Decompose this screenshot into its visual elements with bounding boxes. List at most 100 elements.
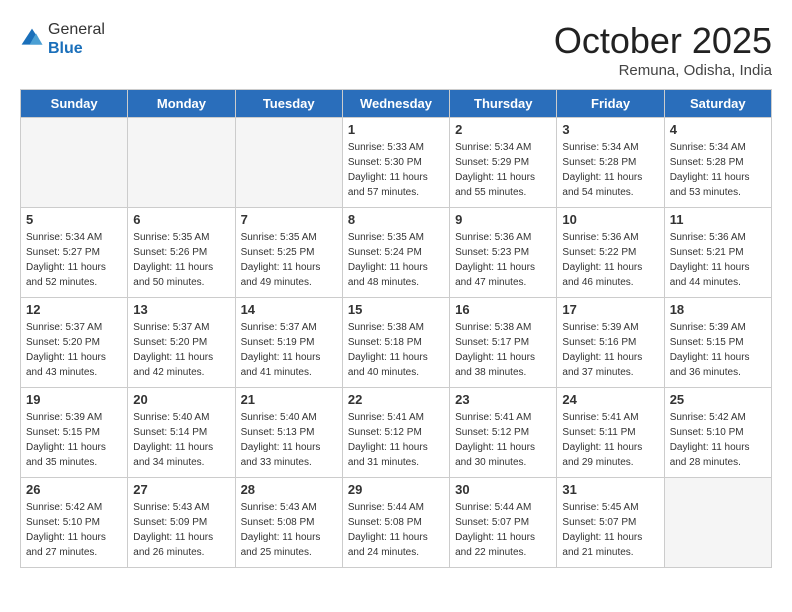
day-number: 1 xyxy=(348,122,444,137)
day-number: 25 xyxy=(670,392,766,407)
calendar-cell: 26 Sunrise: 5:42 AMSunset: 5:10 PMDayligh… xyxy=(21,478,128,568)
day-info: Sunrise: 5:40 AMSunset: 5:14 PMDaylight:… xyxy=(133,410,229,470)
day-info: Sunrise: 5:35 AMSunset: 5:25 PMDaylight:… xyxy=(241,230,337,290)
weekday-header: Tuesday xyxy=(235,90,342,118)
weekday-header: Friday xyxy=(557,90,664,118)
day-number: 13 xyxy=(133,302,229,317)
calendar-cell: 31 Sunrise: 5:45 AMSunset: 5:07 PMDayligh… xyxy=(557,478,664,568)
day-number: 10 xyxy=(562,212,658,227)
weekday-header-row: SundayMondayTuesdayWednesdayThursdayFrid… xyxy=(21,90,772,118)
day-info: Sunrise: 5:36 AMSunset: 5:21 PMDaylight:… xyxy=(670,230,766,290)
day-info: Sunrise: 5:35 AMSunset: 5:26 PMDaylight:… xyxy=(133,230,229,290)
day-number: 16 xyxy=(455,302,551,317)
logo-text: General Blue xyxy=(48,20,105,58)
day-info: Sunrise: 5:38 AMSunset: 5:17 PMDaylight:… xyxy=(455,320,551,380)
calendar-cell: 10Sunrise: 5:36 AMSunset: 5:22 PMDayligh… xyxy=(557,208,664,298)
calendar-cell: 27 Sunrise: 5:43 AMSunset: 5:09 PMDayligh… xyxy=(128,478,235,568)
calendar-cell: 3 Sunrise: 5:34 AMSunset: 5:28 PMDaylight… xyxy=(557,118,664,208)
day-info: Sunrise: 5:44 AMSunset: 5:08 PMDaylight:… xyxy=(348,500,444,560)
calendar-cell: 5 Sunrise: 5:34 AMSunset: 5:27 PMDaylight… xyxy=(21,208,128,298)
day-number: 8 xyxy=(348,212,444,227)
day-number: 20 xyxy=(133,392,229,407)
day-info: Sunrise: 5:43 AMSunset: 5:08 PMDaylight:… xyxy=(241,500,337,560)
day-number: 14 xyxy=(241,302,337,317)
day-info: Sunrise: 5:42 AMSunset: 5:10 PMDaylight:… xyxy=(670,410,766,470)
day-number: 15 xyxy=(348,302,444,317)
day-number: 29 xyxy=(348,482,444,497)
day-info: Sunrise: 5:41 AMSunset: 5:12 PMDaylight:… xyxy=(348,410,444,470)
day-info: Sunrise: 5:34 AMSunset: 5:28 PMDaylight:… xyxy=(562,140,658,200)
calendar-cell: 25 Sunrise: 5:42 AMSunset: 5:10 PMDayligh… xyxy=(664,388,771,478)
day-number: 22 xyxy=(348,392,444,407)
weekday-header: Thursday xyxy=(450,90,557,118)
day-info: Sunrise: 5:42 AMSunset: 5:10 PMDaylight:… xyxy=(26,500,122,560)
day-number: 23 xyxy=(455,392,551,407)
weekday-header: Saturday xyxy=(664,90,771,118)
calendar-cell: 2Sunrise: 5:34 AMSunset: 5:29 PMDaylight… xyxy=(450,118,557,208)
day-number: 18 xyxy=(670,302,766,317)
calendar-cell: 4 Sunrise: 5:34 AMSunset: 5:28 PMDaylight… xyxy=(664,118,771,208)
day-info: Sunrise: 5:34 AMSunset: 5:27 PMDaylight:… xyxy=(26,230,122,290)
day-number: 31 xyxy=(562,482,658,497)
day-number: 11 xyxy=(670,212,766,227)
logo-blue: Blue xyxy=(48,39,105,58)
day-number: 9 xyxy=(455,212,551,227)
day-info: Sunrise: 5:36 AMSunset: 5:23 PMDaylight:… xyxy=(455,230,551,290)
calendar-cell: 14 Sunrise: 5:37 AMSunset: 5:19 PMDayligh… xyxy=(235,298,342,388)
calendar-cell: 29 Sunrise: 5:44 AMSunset: 5:08 PMDayligh… xyxy=(342,478,449,568)
day-info: Sunrise: 5:37 AMSunset: 5:20 PMDaylight:… xyxy=(133,320,229,380)
calendar-cell xyxy=(235,118,342,208)
calendar-cell: 24Sunrise: 5:41 AMSunset: 5:11 PMDayligh… xyxy=(557,388,664,478)
day-info: Sunrise: 5:37 AMSunset: 5:19 PMDaylight:… xyxy=(241,320,337,380)
day-info: Sunrise: 5:35 AMSunset: 5:24 PMDaylight:… xyxy=(348,230,444,290)
calendar-cell: 8 Sunrise: 5:35 AMSunset: 5:24 PMDaylight… xyxy=(342,208,449,298)
logo: General Blue xyxy=(20,20,105,58)
calendar-cell: 1 Sunrise: 5:33 AMSunset: 5:30 PMDaylight… xyxy=(342,118,449,208)
calendar-table: SundayMondayTuesdayWednesdayThursdayFrid… xyxy=(20,89,772,568)
day-number: 5 xyxy=(26,212,122,227)
day-number: 3 xyxy=(562,122,658,137)
day-number: 12 xyxy=(26,302,122,317)
calendar-week-row: 26 Sunrise: 5:42 AMSunset: 5:10 PMDayligh… xyxy=(21,478,772,568)
day-number: 30 xyxy=(455,482,551,497)
logo-general: General xyxy=(48,20,105,39)
calendar-cell: 16 Sunrise: 5:38 AMSunset: 5:17 PMDayligh… xyxy=(450,298,557,388)
day-info: Sunrise: 5:39 AMSunset: 5:16 PMDaylight:… xyxy=(562,320,658,380)
day-number: 21 xyxy=(241,392,337,407)
calendar-cell: 11 Sunrise: 5:36 AMSunset: 5:21 PMDayligh… xyxy=(664,208,771,298)
month-title: October 2025 xyxy=(554,20,772,62)
day-number: 17 xyxy=(562,302,658,317)
day-number: 26 xyxy=(26,482,122,497)
day-number: 6 xyxy=(133,212,229,227)
day-info: Sunrise: 5:39 AMSunset: 5:15 PMDaylight:… xyxy=(670,320,766,380)
location-subtitle: Remuna, Odisha, India xyxy=(554,62,772,79)
calendar-week-row: 1 Sunrise: 5:33 AMSunset: 5:30 PMDaylight… xyxy=(21,118,772,208)
weekday-header: Sunday xyxy=(21,90,128,118)
calendar-cell: 23 Sunrise: 5:41 AMSunset: 5:12 PMDayligh… xyxy=(450,388,557,478)
calendar-cell xyxy=(21,118,128,208)
day-info: Sunrise: 5:34 AMSunset: 5:28 PMDaylight:… xyxy=(670,140,766,200)
calendar-cell: 9 Sunrise: 5:36 AMSunset: 5:23 PMDaylight… xyxy=(450,208,557,298)
day-number: 19 xyxy=(26,392,122,407)
calendar-cell: 12 Sunrise: 5:37 AMSunset: 5:20 PMDayligh… xyxy=(21,298,128,388)
calendar-cell: 28Sunrise: 5:43 AMSunset: 5:08 PMDayligh… xyxy=(235,478,342,568)
calendar-cell: 19Sunrise: 5:39 AMSunset: 5:15 PMDayligh… xyxy=(21,388,128,478)
day-info: Sunrise: 5:43 AMSunset: 5:09 PMDaylight:… xyxy=(133,500,229,560)
weekday-header: Wednesday xyxy=(342,90,449,118)
day-info: Sunrise: 5:45 AMSunset: 5:07 PMDaylight:… xyxy=(562,500,658,560)
calendar-cell: 22 Sunrise: 5:41 AMSunset: 5:12 PMDayligh… xyxy=(342,388,449,478)
day-info: Sunrise: 5:33 AMSunset: 5:30 PMDaylight:… xyxy=(348,140,444,200)
day-number: 4 xyxy=(670,122,766,137)
day-info: Sunrise: 5:37 AMSunset: 5:20 PMDaylight:… xyxy=(26,320,122,380)
page-header: General Blue October 2025 Remuna, Odisha… xyxy=(20,20,772,79)
day-info: Sunrise: 5:41 AMSunset: 5:12 PMDaylight:… xyxy=(455,410,551,470)
day-number: 24 xyxy=(562,392,658,407)
logo-icon xyxy=(20,27,44,51)
calendar-cell: 13 Sunrise: 5:37 AMSunset: 5:20 PMDayligh… xyxy=(128,298,235,388)
title-block: October 2025 Remuna, Odisha, India xyxy=(554,20,772,79)
calendar-cell: 18 Sunrise: 5:39 AMSunset: 5:15 PMDayligh… xyxy=(664,298,771,388)
day-number: 27 xyxy=(133,482,229,497)
day-info: Sunrise: 5:44 AMSunset: 5:07 PMDaylight:… xyxy=(455,500,551,560)
day-number: 7 xyxy=(241,212,337,227)
calendar-cell: 30 Sunrise: 5:44 AMSunset: 5:07 PMDayligh… xyxy=(450,478,557,568)
